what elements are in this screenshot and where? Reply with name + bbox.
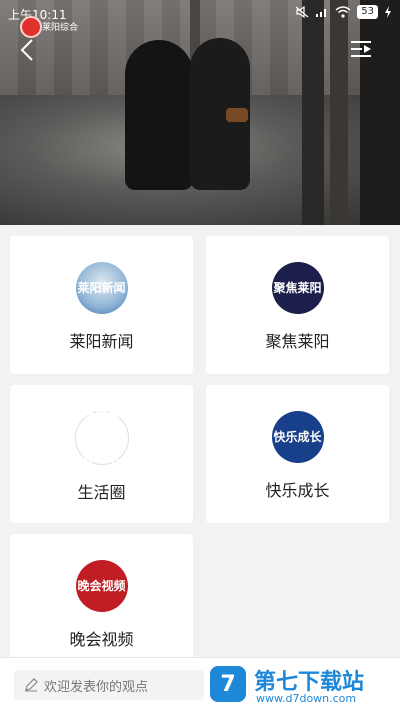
chevron-left-icon xyxy=(20,39,33,61)
comment-input[interactable]: 欢迎发表你的观点 xyxy=(14,670,204,700)
card-label: 聚焦莱阳 xyxy=(265,332,330,351)
charging-icon xyxy=(385,6,391,18)
playlist-icon xyxy=(351,41,371,57)
life-circle-logo-icon: 生活圈 Sheng Huo Quan xyxy=(74,410,129,466)
playlist-button[interactable] xyxy=(350,40,372,58)
status-icons: 53 xyxy=(295,5,392,19)
battery-level: 53 xyxy=(357,5,378,19)
card-label: 晚会视频 xyxy=(69,630,134,649)
video-tree xyxy=(302,0,324,225)
channel-logo-text: 莱阳综合 xyxy=(42,23,79,33)
card-laiyang-news[interactable]: 莱阳新闻 莱阳新闻 xyxy=(10,236,193,374)
channel-logo-icon xyxy=(20,16,42,38)
video-tree xyxy=(360,0,400,225)
bottom-bar: 欢迎发表你的观点 7 第七下载站 www.d7down.com xyxy=(0,657,400,712)
card-label: 快乐成长 xyxy=(265,481,330,500)
card-focus-laiyang[interactable]: 聚焦莱阳 聚焦莱阳 xyxy=(206,236,389,374)
mute-icon xyxy=(295,6,309,18)
news-logo-icon: 莱阳新闻 xyxy=(75,262,128,314)
video-figure xyxy=(125,40,193,190)
back-button[interactable] xyxy=(18,38,38,62)
video-figure xyxy=(190,38,250,190)
comment-placeholder: 欢迎发表你的观点 xyxy=(44,679,149,695)
watermark-logo-icon: 7 xyxy=(210,666,246,702)
card-life-circle[interactable]: 生活圈 Sheng Huo Quan 生活圈 xyxy=(10,385,193,523)
watermark: 7 第七下载站 www.d7down.com xyxy=(210,660,395,710)
gala-video-logo-icon: 晚会视频 xyxy=(75,560,128,612)
happy-growth-logo-icon: 快乐成长 xyxy=(271,411,324,463)
pencil-icon xyxy=(25,678,38,692)
video-basket xyxy=(226,108,248,122)
card-label: 生活圈 xyxy=(77,483,126,502)
signal-icon xyxy=(316,9,327,17)
video-player[interactable] xyxy=(0,0,400,225)
card-label: 莱阳新闻 xyxy=(69,332,134,351)
card-gala-video[interactable]: 晚会视频 晚会视频 xyxy=(10,534,193,672)
focus-logo-icon: 聚焦莱阳 xyxy=(271,262,324,314)
wifi-icon xyxy=(335,6,351,18)
card-happy-growth[interactable]: 快乐成长 快乐成长 xyxy=(206,385,389,523)
video-tree xyxy=(330,0,348,225)
watermark-url: www.d7down.com xyxy=(256,692,357,705)
